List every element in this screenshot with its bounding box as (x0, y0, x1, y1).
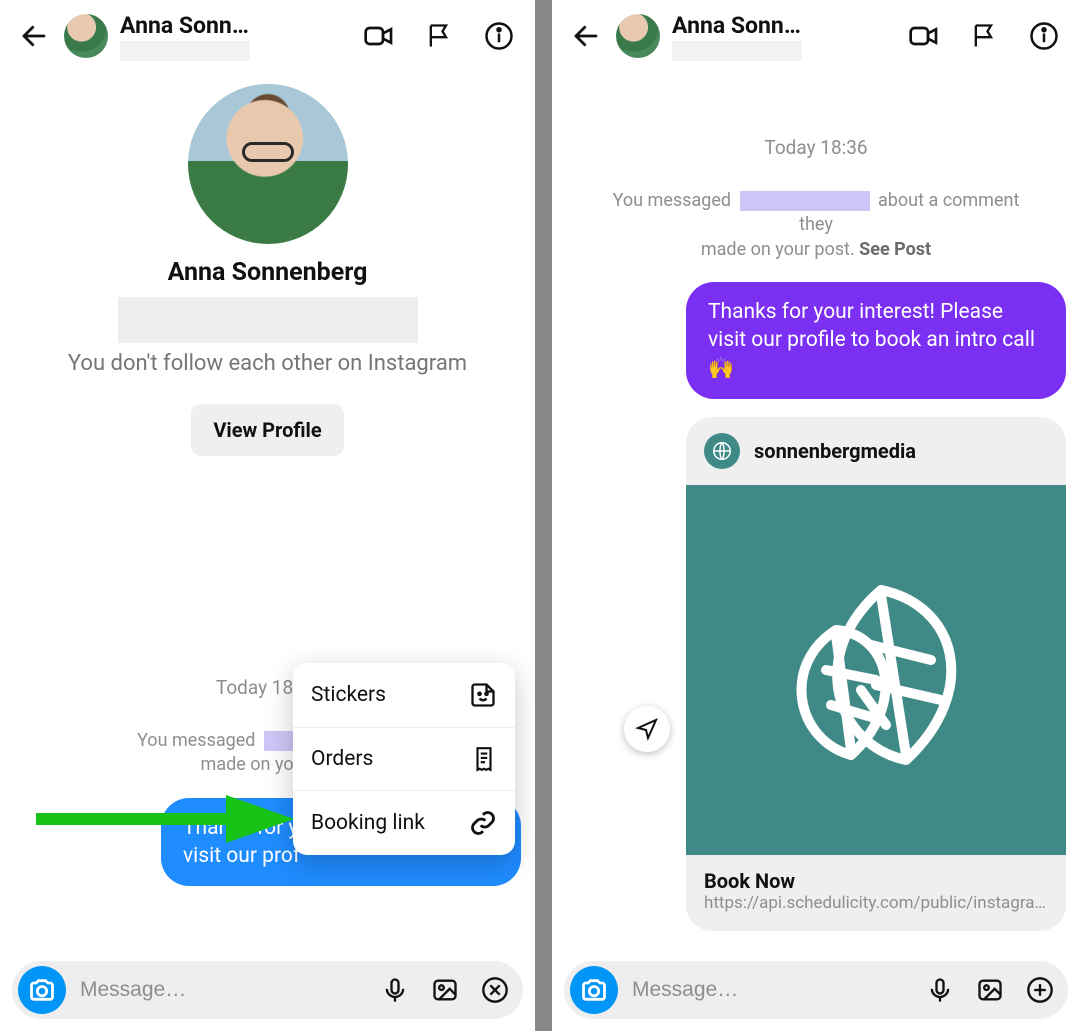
image-icon (976, 976, 1004, 1004)
header-actions (908, 20, 1068, 52)
popup-stickers-label: Stickers (311, 683, 386, 707)
close-circle-icon (481, 976, 509, 1004)
message-input-bar (564, 961, 1068, 1019)
attachment-popup: Stickers Orders Booking link (293, 663, 515, 855)
header-avatar[interactable] (64, 14, 108, 58)
back-button[interactable] (564, 21, 608, 51)
system-message: You messaged about a comment they made o… (566, 189, 1066, 262)
profile-avatar[interactable] (188, 84, 348, 244)
gallery-button[interactable] (429, 974, 461, 1006)
chat-timestamp: Today 18:36 (566, 136, 1066, 159)
chat-scroll[interactable]: Anna Sonnenberg You don't follow each ot… (0, 66, 535, 949)
gallery-button[interactable] (974, 974, 1006, 1006)
video-icon (363, 20, 395, 52)
video-icon (908, 20, 940, 52)
camera-icon (28, 976, 56, 1004)
header-name: Anna Sonn… (120, 12, 249, 39)
header-title-block[interactable]: Anna Sonn… (116, 12, 363, 61)
globe-icon (711, 440, 733, 462)
post-footer: Book Now https://api.schedulicity.com/pu… (686, 855, 1066, 931)
link-icon (469, 809, 497, 837)
post-header: sonnenbergmedia (686, 417, 1066, 485)
popup-booking-link[interactable]: Booking link (293, 790, 515, 855)
see-post-link[interactable]: See Post (859, 239, 931, 260)
header-actions (363, 20, 523, 52)
arrow-left-icon (571, 21, 601, 51)
profile-full-name: Anna Sonnenberg (168, 258, 368, 287)
chat-header: Anna Sonn… (0, 0, 535, 66)
pane-divider (535, 0, 552, 1031)
bubble-line2: visit our prof (183, 844, 300, 868)
image-icon (431, 976, 459, 1004)
post-image (686, 485, 1066, 855)
popup-orders-label: Orders (311, 747, 373, 771)
back-button[interactable] (12, 21, 56, 51)
close-attachments-button[interactable] (479, 974, 511, 1006)
flag-icon (970, 22, 998, 50)
flag-button[interactable] (423, 20, 455, 52)
bubble-line1: Thanks for y (183, 816, 298, 840)
microphone-icon (381, 976, 409, 1004)
profile-subtitle-redacted (118, 297, 418, 343)
video-call-button[interactable] (908, 20, 940, 52)
header-subtitle-redacted (672, 41, 802, 61)
outgoing-message-bubble[interactable]: Thanks for your interest! Please visit o… (686, 282, 1066, 399)
receipt-icon (471, 746, 497, 772)
post-handle: sonnenbergmedia (754, 439, 916, 463)
camera-button[interactable] (18, 966, 66, 1014)
left-pane: Anna Sonn… Anna Sonnenberg You don't fol… (0, 0, 535, 1031)
voice-button[interactable] (924, 974, 956, 1006)
system-line2: made on your post. (701, 239, 855, 260)
view-profile-button[interactable]: View Profile (191, 404, 343, 456)
camera-icon (580, 976, 608, 1004)
message-input[interactable] (80, 978, 365, 1002)
share-button[interactable] (624, 706, 670, 752)
sticker-icon (469, 681, 497, 709)
post-url: https://api.schedulicity.com/public/inst… (704, 893, 1048, 913)
header-subtitle-redacted (120, 41, 250, 61)
flag-button[interactable] (968, 20, 1000, 52)
header-avatar[interactable] (616, 14, 660, 58)
leaf-logo-icon (751, 545, 1001, 795)
input-bar-actions (379, 974, 511, 1006)
microphone-icon (926, 976, 954, 1004)
input-bar-actions (924, 974, 1056, 1006)
profile-card: Anna Sonnenberg You don't follow each ot… (14, 66, 521, 456)
shared-post-card[interactable]: sonnenbergmedia Book Now https://api.sc (686, 417, 1066, 931)
header-name: Anna Sonn… (672, 12, 801, 39)
camera-button[interactable] (570, 966, 618, 1014)
system-prefix: You messaged (613, 190, 731, 211)
popup-stickers[interactable]: Stickers (293, 663, 515, 727)
popup-booking-label: Booking link (311, 811, 425, 835)
right-pane: Anna Sonn… Today 18:36 You messaged abou… (552, 0, 1080, 1031)
info-icon (1029, 21, 1059, 51)
chat-scroll[interactable]: Today 18:36 You messaged about a comment… (552, 66, 1080, 949)
plus-circle-icon (1026, 976, 1054, 1004)
paper-plane-icon (635, 717, 659, 741)
system-prefix: You messaged (137, 730, 255, 751)
voice-button[interactable] (379, 974, 411, 1006)
header-title-block[interactable]: Anna Sonn… (668, 12, 908, 61)
flag-icon (425, 22, 453, 50)
follow-status: You don't follow each other on Instagram (68, 351, 467, 376)
popup-orders[interactable]: Orders (293, 727, 515, 790)
post-cta[interactable]: Book Now (704, 869, 1048, 893)
message-input-bar (12, 961, 523, 1019)
message-input[interactable] (632, 978, 910, 1002)
post-avatar (704, 433, 740, 469)
info-button[interactable] (1028, 20, 1060, 52)
add-button[interactable] (1024, 974, 1056, 1006)
system-redacted (740, 191, 870, 211)
info-icon (484, 21, 514, 51)
info-button[interactable] (483, 20, 515, 52)
video-call-button[interactable] (363, 20, 395, 52)
chat-header: Anna Sonn… (552, 0, 1080, 66)
arrow-left-icon (19, 21, 49, 51)
